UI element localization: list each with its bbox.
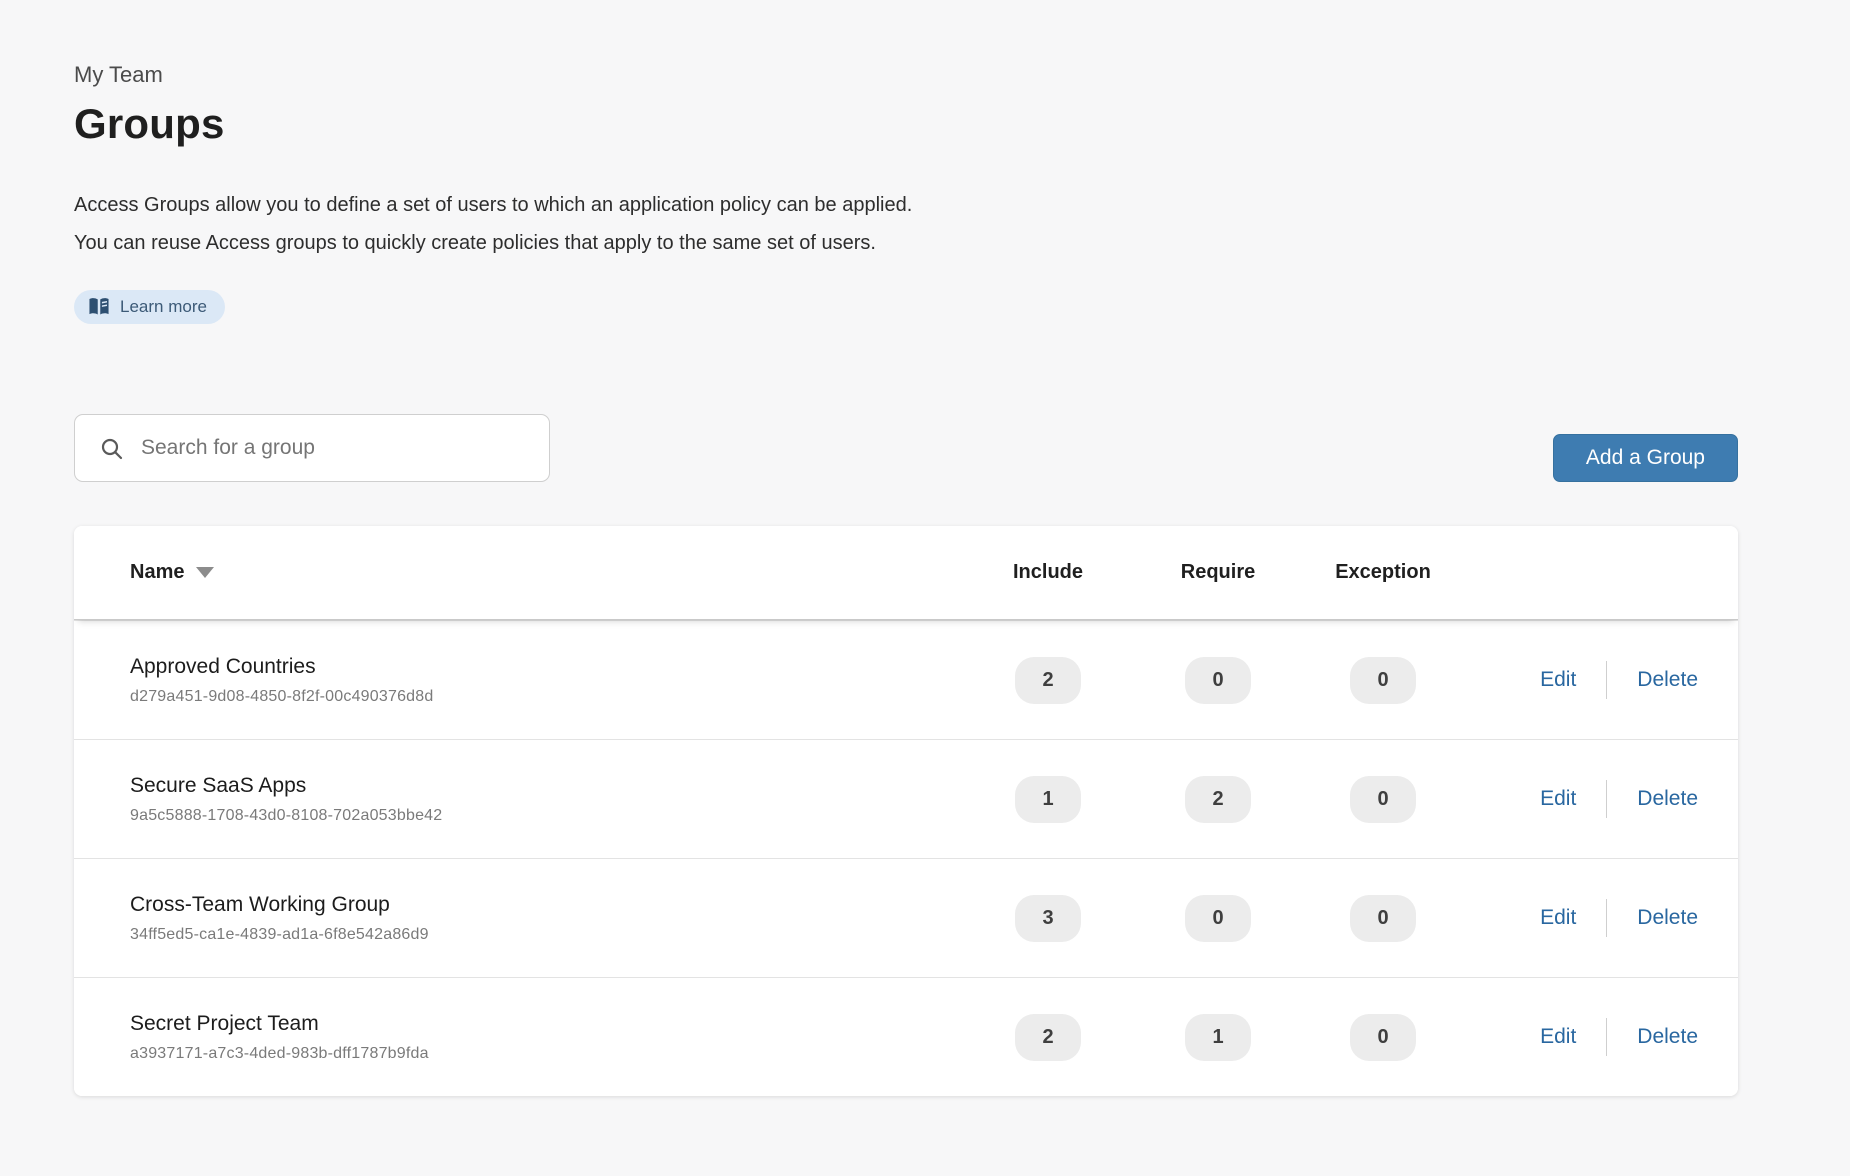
edit-link[interactable]: Edit — [1540, 1025, 1576, 1049]
action-divider — [1606, 780, 1607, 818]
delete-link[interactable]: Delete — [1637, 787, 1698, 811]
delete-link[interactable]: Delete — [1637, 668, 1698, 692]
group-name-cell: Approved Countries d279a451-9d08-4850-8f… — [130, 655, 958, 706]
exception-count-badge: 0 — [1350, 657, 1416, 704]
group-id: 34ff5ed5-ca1e-4839-ad1a-6f8e542a86d9 — [130, 926, 958, 944]
require-count-badge: 0 — [1185, 657, 1251, 704]
group-name-cell: Secure SaaS Apps 9a5c5888-1708-43d0-8108… — [130, 774, 958, 825]
table-row: Secure SaaS Apps 9a5c5888-1708-43d0-8108… — [74, 739, 1738, 858]
delete-link[interactable]: Delete — [1637, 906, 1698, 930]
exception-count-badge: 0 — [1350, 776, 1416, 823]
group-name-cell: Secret Project Team a3937171-a7c3-4ded-9… — [130, 1012, 958, 1063]
table-row: Approved Countries d279a451-9d08-4850-8f… — [74, 620, 1738, 739]
exception-count-badge: 0 — [1350, 1014, 1416, 1061]
edit-link[interactable]: Edit — [1540, 668, 1576, 692]
page-title: Groups — [74, 100, 1738, 148]
action-divider — [1606, 1018, 1607, 1056]
open-book-icon — [88, 297, 110, 317]
require-count-badge: 0 — [1185, 895, 1251, 942]
add-group-button[interactable]: Add a Group — [1553, 434, 1738, 482]
page-content: My Team Groups Access Groups allow you t… — [0, 0, 1738, 1096]
require-count-badge: 1 — [1185, 1014, 1251, 1061]
column-header-include: Include — [958, 561, 1138, 584]
column-header-require: Require — [1138, 561, 1298, 584]
search-input[interactable] — [74, 414, 550, 482]
table-header: Name Include Require Exception — [74, 526, 1738, 620]
include-count-badge: 2 — [1015, 1014, 1081, 1061]
delete-link[interactable]: Delete — [1637, 1025, 1698, 1049]
table-row: Secret Project Team a3937171-a7c3-4ded-9… — [74, 977, 1738, 1096]
toolbar: Add a Group — [74, 414, 1738, 482]
group-id: a3937171-a7c3-4ded-983b-dff1787b9fda — [130, 1045, 958, 1063]
page-description-line-2: You can reuse Access groups to quickly c… — [74, 224, 1738, 262]
group-id: d279a451-9d08-4850-8f2f-00c490376d8d — [130, 688, 958, 706]
include-count-badge: 2 — [1015, 657, 1081, 704]
group-name: Approved Countries — [130, 655, 958, 679]
learn-more-label: Learn more — [120, 297, 207, 317]
table-row: Cross-Team Working Group 34ff5ed5-ca1e-4… — [74, 858, 1738, 977]
learn-more-button[interactable]: Learn more — [74, 290, 225, 324]
group-search — [74, 414, 550, 482]
require-count-badge: 2 — [1185, 776, 1251, 823]
include-count-badge: 1 — [1015, 776, 1081, 823]
sort-descending-icon — [196, 567, 214, 578]
column-header-name-label: Name — [130, 561, 184, 584]
breadcrumb: My Team — [74, 62, 1738, 88]
group-name: Secret Project Team — [130, 1012, 958, 1036]
page-description-line-1: Access Groups allow you to define a set … — [74, 186, 1738, 224]
column-header-name[interactable]: Name — [130, 561, 958, 584]
exception-count-badge: 0 — [1350, 895, 1416, 942]
edit-link[interactable]: Edit — [1540, 787, 1576, 811]
group-name: Cross-Team Working Group — [130, 893, 958, 917]
column-header-exception: Exception — [1298, 561, 1468, 584]
edit-link[interactable]: Edit — [1540, 906, 1576, 930]
action-divider — [1606, 899, 1607, 937]
action-divider — [1606, 661, 1607, 699]
include-count-badge: 3 — [1015, 895, 1081, 942]
group-name: Secure SaaS Apps — [130, 774, 958, 798]
group-name-cell: Cross-Team Working Group 34ff5ed5-ca1e-4… — [130, 893, 958, 944]
access-groups-page: My Team Groups Access Groups allow you t… — [0, 0, 1850, 1176]
groups-table: Name Include Require Exception Approved … — [74, 526, 1738, 1096]
group-id: 9a5c5888-1708-43d0-8108-702a053bbe42 — [130, 807, 958, 825]
